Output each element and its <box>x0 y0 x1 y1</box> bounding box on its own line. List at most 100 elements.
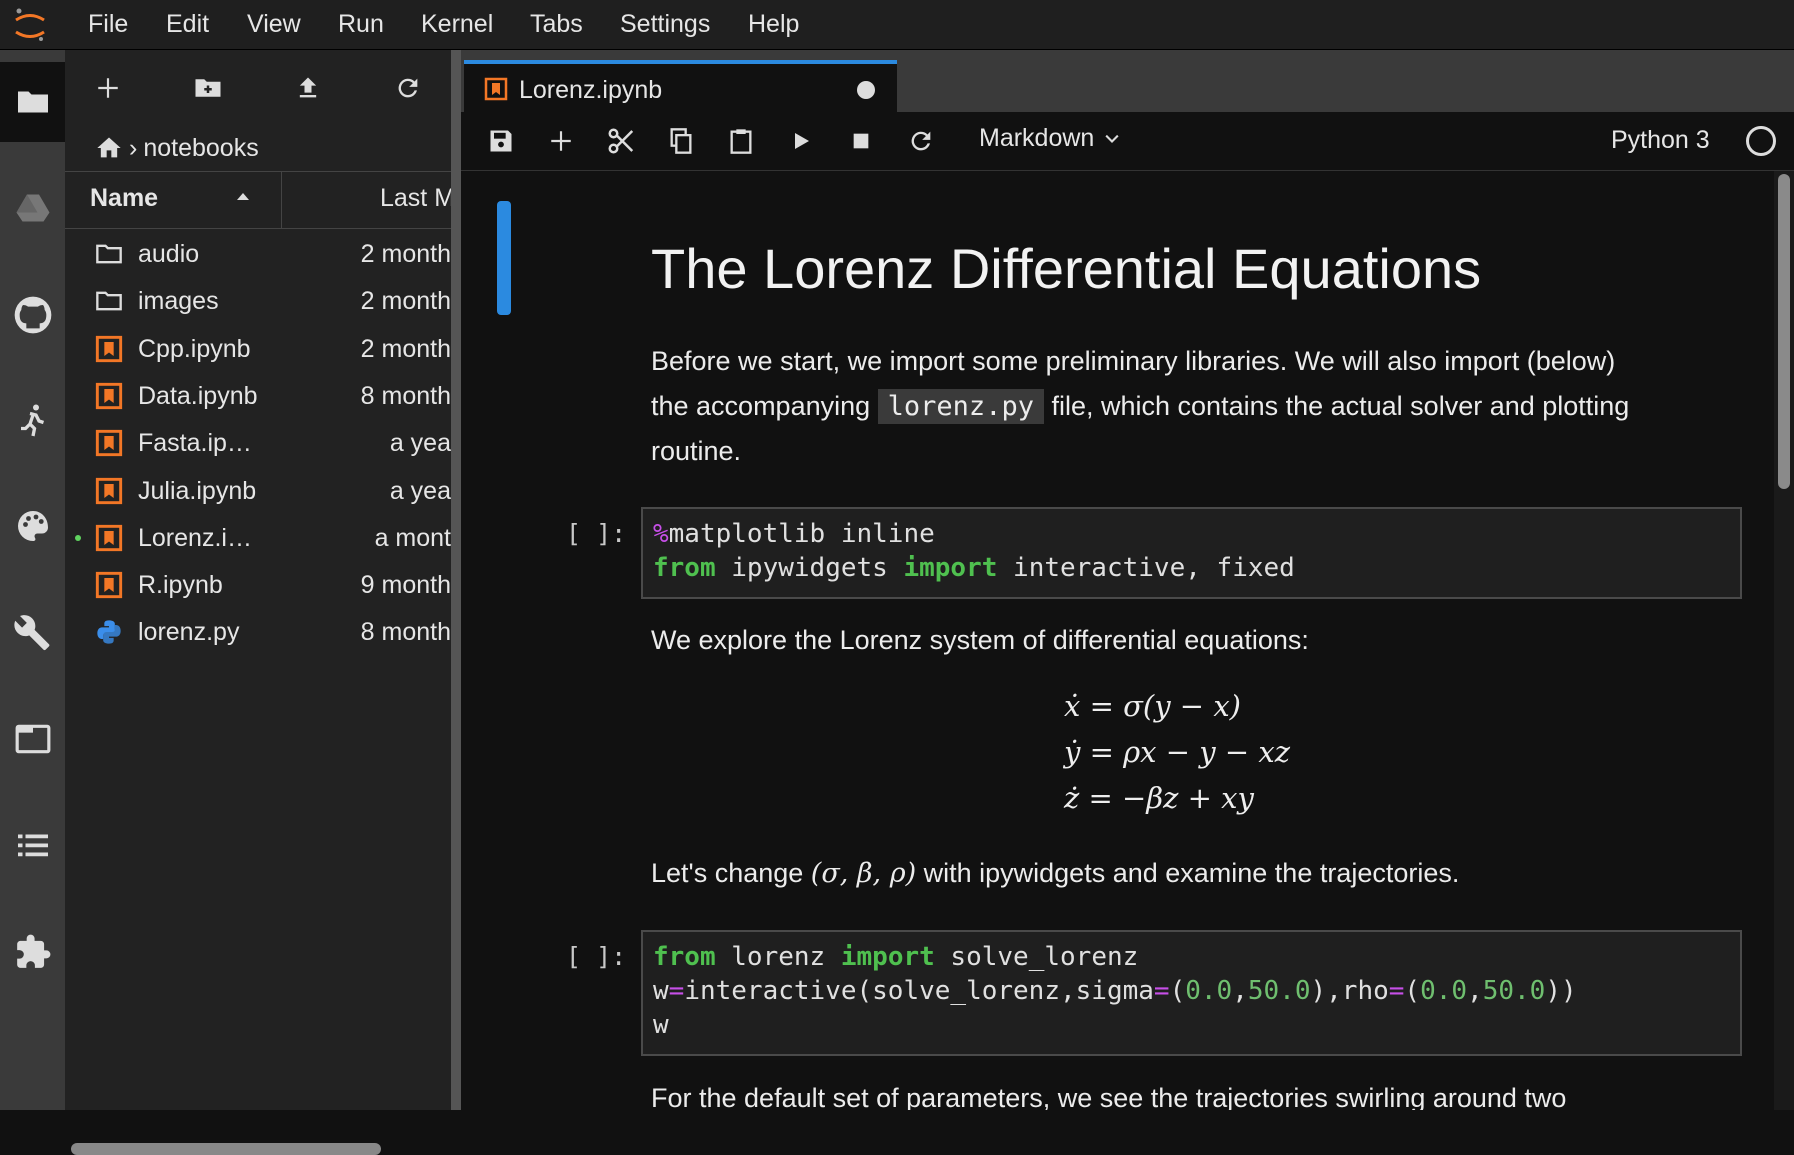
tab-open-tabs[interactable] <box>0 699 65 779</box>
unsaved-indicator-icon[interactable] <box>857 81 875 99</box>
column-separator[interactable] <box>281 172 282 228</box>
cell-type-value: Markdown <box>979 124 1095 152</box>
refresh-icon <box>911 131 931 151</box>
file-row[interactable]: R.ipynb 9 month <box>65 558 451 612</box>
code-token: lorenz <box>715 942 841 972</box>
menu-kernel[interactable]: Kernel <box>421 10 493 39</box>
file-row[interactable]: Cpp.ipynb 2 month <box>65 322 451 376</box>
sort-ascending-icon <box>237 193 249 200</box>
cell-collapser[interactable] <box>497 201 511 315</box>
code-token: interactive, fixed <box>997 553 1295 583</box>
equation-z-dot: ż = −βz + xy <box>1064 781 1254 815</box>
tab-themes[interactable] <box>0 486 65 566</box>
folder-icon <box>95 287 123 315</box>
intro-line-2: the accompanying lorenz.py file, which c… <box>651 384 1771 429</box>
insert-cell-button[interactable] <box>543 123 579 159</box>
column-name-header[interactable]: Name <box>90 184 158 213</box>
file-row[interactable]: audio 2 month <box>65 227 451 281</box>
operator: = <box>1153 976 1170 1006</box>
run-cell-button[interactable] <box>783 123 819 159</box>
input-prompt: [ ]: <box>566 942 627 971</box>
stop-icon <box>853 133 869 149</box>
home-icon[interactable] <box>95 134 123 162</box>
menu-view[interactable]: View <box>247 10 301 39</box>
equation-y-dot: ẏ = ρx − y − xz <box>1064 735 1291 769</box>
code-cell-imports[interactable]: %matplotlib inline from ipywidgets impor… <box>641 507 1742 599</box>
interrupt-kernel-button[interactable] <box>843 123 879 159</box>
tab-lorenz-notebook[interactable]: Lorenz.ipynb <box>464 60 897 116</box>
refresh-icon <box>398 78 418 98</box>
code-token: matplotlib inline <box>668 519 935 549</box>
refresh-button[interactable] <box>388 68 428 108</box>
menu-help[interactable]: Help <box>748 10 799 39</box>
notebook-icon <box>484 77 508 101</box>
horizontal-scrollbar[interactable] <box>71 1143 381 1155</box>
code-token: ( <box>1404 976 1421 1006</box>
activity-bar <box>0 50 65 1110</box>
menu-run[interactable]: Run <box>338 10 384 39</box>
keyword-import: import <box>840 942 935 972</box>
file-row[interactable]: Julia.ipynb a yea <box>65 464 451 518</box>
file-name: R.ipynb <box>138 571 223 600</box>
change-math: (σ, β, ρ) <box>810 858 917 889</box>
menu-file[interactable]: File <box>88 10 128 39</box>
file-row[interactable]: Lorenz.i… a mont <box>65 511 451 565</box>
new-folder-icon <box>195 79 221 97</box>
notebook-icon <box>95 382 123 410</box>
code-token: solve_lorenz <box>934 942 1139 972</box>
cell-type-dropdown[interactable]: Markdown <box>979 124 1122 153</box>
code-line: w=interactive(solve_lorenz,sigma=(0.0,50… <box>653 976 1577 1006</box>
notebook-icon <box>95 429 123 457</box>
save-button[interactable] <box>483 123 519 159</box>
file-row[interactable]: Data.ipynb 8 month <box>65 369 451 423</box>
intro-after-text: file, which contains the actual solver a… <box>1051 391 1630 421</box>
tab-file-browser[interactable] <box>0 62 65 142</box>
tab-github[interactable] <box>0 275 65 355</box>
paste-icon <box>730 129 752 154</box>
panel-splitter[interactable] <box>451 50 461 1110</box>
tab-running[interactable] <box>0 381 65 461</box>
file-row[interactable]: lorenz.py 8 month <box>65 605 451 659</box>
code-line: w <box>653 1010 669 1040</box>
file-name: lorenz.py <box>138 618 240 647</box>
code-cell-interactive[interactable]: from lorenz import solve_lorenz w=intera… <box>641 930 1742 1056</box>
file-modified: 2 month <box>360 334 451 363</box>
tab-drive[interactable] <box>0 168 65 248</box>
menu-tabs[interactable]: Tabs <box>530 10 583 39</box>
menu-bar: File Edit View Run Kernel Tabs Settings … <box>0 0 1794 50</box>
drive-icon <box>16 194 49 222</box>
inline-code-lorenz-py: lorenz.py <box>877 389 1044 424</box>
menu-edit[interactable]: Edit <box>166 10 209 39</box>
breadcrumb-separator: › <box>129 133 138 162</box>
tab-settings[interactable] <box>0 593 65 673</box>
file-row[interactable]: Fasta.ip… a yea <box>65 416 451 470</box>
palette-icon <box>17 511 48 541</box>
kernel-name[interactable]: Python 3 <box>1611 126 1710 155</box>
tabs-icon <box>15 724 50 754</box>
upload-button[interactable] <box>288 68 328 108</box>
running-indicator-icon <box>75 534 81 541</box>
breadcrumb-notebooks[interactable]: notebooks <box>143 134 258 163</box>
file-row[interactable]: images 2 month <box>65 274 451 328</box>
menu-settings[interactable]: Settings <box>620 10 710 39</box>
code-line: %matplotlib inline <box>653 519 935 549</box>
number-literal: 50.0 <box>1247 976 1311 1006</box>
notebook-panel[interactable]: The Lorenz Differential Equations Before… <box>461 171 1774 1110</box>
jupyter-logo-icon[interactable] <box>10 6 50 46</box>
copy-cell-button[interactable] <box>663 123 699 159</box>
cut-cell-button[interactable] <box>603 123 639 159</box>
vertical-scrollbar[interactable] <box>1778 174 1790 489</box>
breadcrumb: › notebooks <box>95 128 259 168</box>
file-name: images <box>138 287 219 316</box>
notebook-icon <box>95 477 123 505</box>
keyword-from: from <box>653 942 716 972</box>
restart-kernel-button[interactable] <box>903 123 939 159</box>
extension-icon <box>16 934 50 968</box>
file-modified: a mont <box>374 523 451 552</box>
tab-extensions[interactable] <box>0 912 65 992</box>
tab-table-of-contents[interactable] <box>0 805 65 885</box>
new-launcher-button[interactable] <box>88 68 128 108</box>
paste-cell-button[interactable] <box>723 123 759 159</box>
new-folder-button[interactable] <box>188 68 228 108</box>
column-modified-header[interactable]: Last M <box>380 184 455 213</box>
